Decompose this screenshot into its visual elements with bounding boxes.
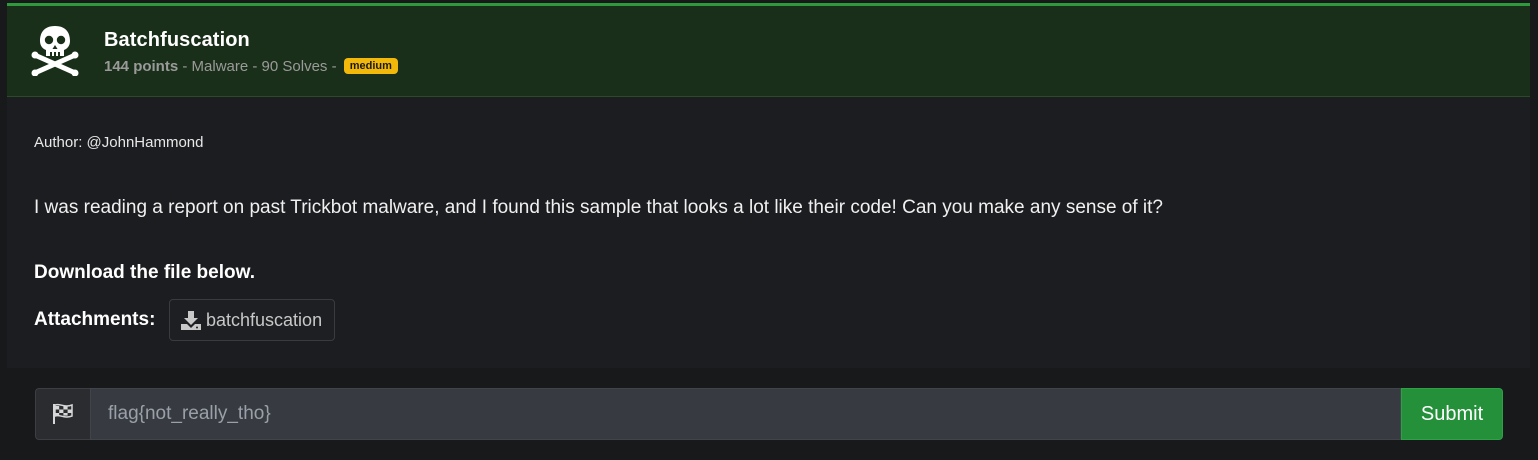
download-instruction: Download the file below. — [34, 262, 255, 283]
flag-addon — [35, 388, 90, 440]
meta-separator: - — [327, 58, 341, 75]
submit-button[interactable]: Submit — [1401, 388, 1503, 440]
flag-submission-area: Submit — [7, 368, 1530, 460]
attachments-label: Attachments: — [34, 309, 156, 330]
flag-input[interactable] — [90, 388, 1401, 440]
challenge-meta: 144 points - Malware - 90 Solves - mediu… — [104, 58, 398, 75]
challenge-card: Batchfuscation 144 points - Malware - 90… — [7, 3, 1530, 460]
challenge-title: Batchfuscation — [104, 29, 250, 51]
skull-crossbones-icon — [31, 26, 79, 76]
solves-count: 90 Solves — [261, 58, 328, 75]
download-icon — [181, 311, 201, 330]
attachment-download-button[interactable]: batchfuscation — [169, 299, 336, 341]
points-value: 144 points — [104, 58, 179, 75]
checkered-flag-icon — [53, 403, 73, 424]
challenge-description: I was reading a report on past Trickbot … — [34, 197, 1163, 218]
flag-input-group: Submit — [35, 388, 1503, 440]
author-text: Author: @JohnHammond — [34, 134, 204, 151]
category-text: - Malware - — [178, 58, 262, 75]
attachment-filename: batchfuscation — [206, 309, 323, 330]
difficulty-badge: medium — [343, 58, 398, 74]
challenge-header: Batchfuscation 144 points - Malware - 90… — [7, 6, 1530, 97]
